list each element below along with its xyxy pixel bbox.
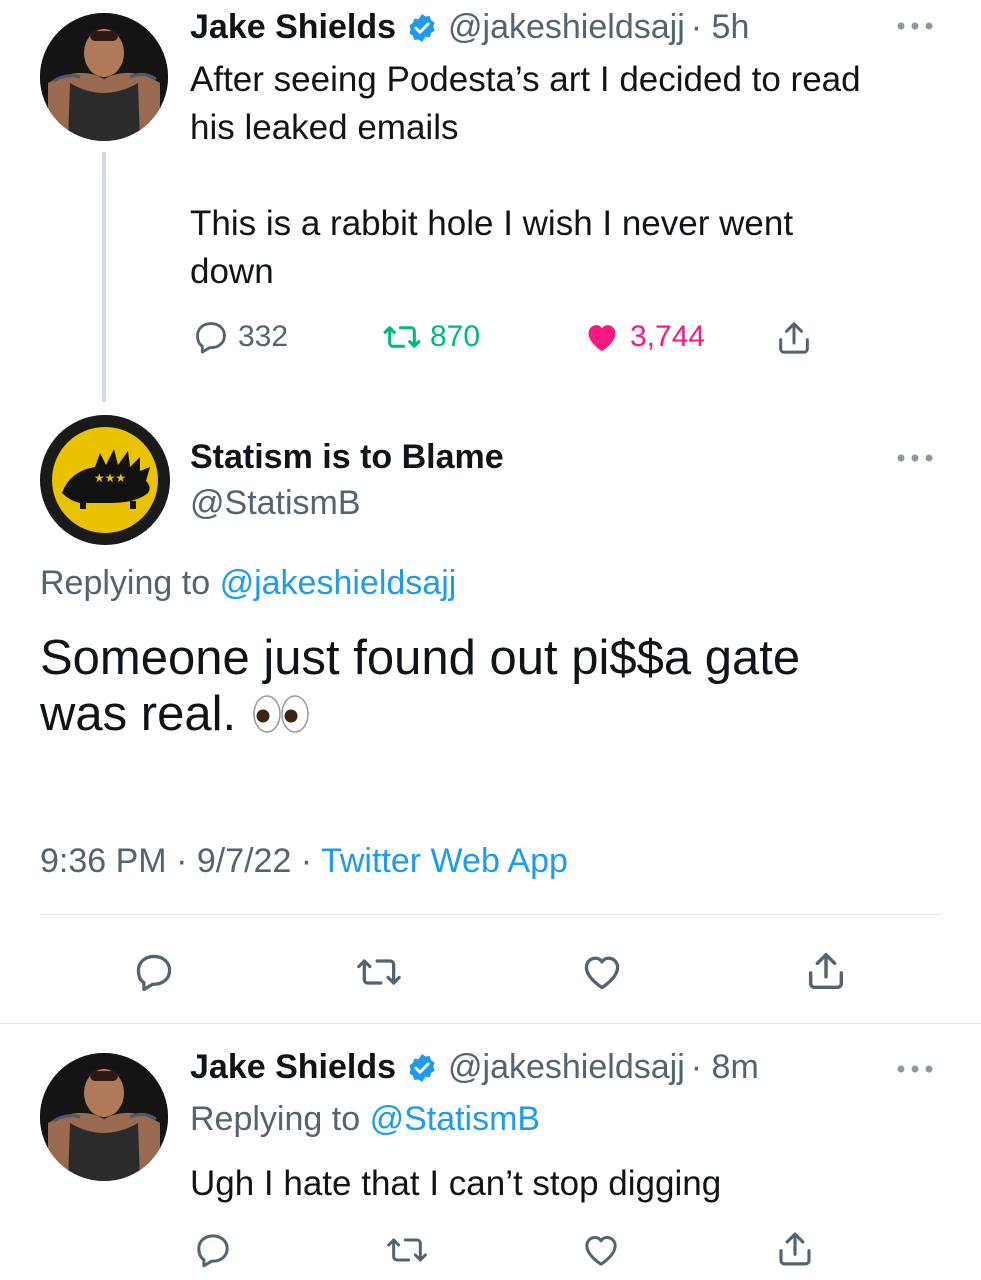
retweet-button[interactable]: [352, 950, 406, 994]
avatar-jake-shields[interactable]: [40, 13, 168, 141]
tweet2-text: Someone just found out pi$$a gate was re…: [40, 628, 940, 744]
thread-line: [102, 152, 106, 402]
retweet-button[interactable]: [384, 1230, 430, 1270]
tweet1-text-line: This is a rabbit hole I wish I never wen…: [190, 204, 794, 243]
replying-to-handle[interactable]: @StatismB: [370, 1100, 541, 1138]
verified-badge-icon: [406, 12, 438, 44]
reply-icon: [192, 1230, 234, 1270]
avatar-jake-shields[interactable]: [40, 1053, 168, 1181]
share-button[interactable]: [802, 948, 850, 994]
author-name[interactable]: Statism is to Blame: [190, 438, 504, 477]
more-icon[interactable]: [895, 1063, 935, 1075]
tweet2-text-line: was real.: [40, 687, 237, 741]
retweet-button[interactable]: 870: [382, 318, 480, 356]
tweet1-text-line: his leaked emails: [190, 108, 459, 147]
more-icon[interactable]: [895, 452, 935, 464]
tweet3-text: Ugh I hate that I can’t stop digging: [190, 1164, 722, 1203]
replying-to-handle[interactable]: @jakeshieldsajj: [220, 564, 457, 602]
like-button[interactable]: [580, 1230, 622, 1270]
tweet3-header: Jake Shields @jakeshieldsajj · 8m: [190, 1048, 759, 1087]
svg-text:★★★: ★★★: [94, 471, 126, 485]
like-button[interactable]: [578, 950, 626, 994]
author-handle[interactable]: @jakeshieldsajj: [448, 8, 685, 47]
like-icon: [582, 318, 622, 356]
author-handle[interactable]: @jakeshieldsajj: [448, 1048, 685, 1087]
replying-to-label: Replying to: [190, 1100, 361, 1138]
like-icon: [578, 950, 626, 994]
like-button[interactable]: 3,744: [582, 318, 705, 356]
share-icon: [774, 318, 814, 358]
divider: [0, 1023, 981, 1024]
share-icon: [802, 948, 850, 994]
tweet-time[interactable]: · 5h: [691, 8, 750, 47]
share-icon: [774, 1228, 816, 1270]
retweet-icon: [382, 318, 422, 356]
tweet1-text-line: down: [190, 252, 274, 291]
more-icon[interactable]: [895, 20, 935, 32]
reply-button[interactable]: [130, 950, 178, 994]
tweet2-text-line: Someone just found out pi$$a gate: [40, 631, 801, 685]
tweet1-text-line: After seeing Podesta’s art I decided to …: [190, 60, 861, 99]
reply-count: 332: [238, 320, 289, 353]
reply-icon: [130, 950, 178, 994]
replying-to: Replying to @StatismB: [190, 1100, 540, 1139]
retweet-count: 870: [430, 320, 481, 353]
avatar-statism-is-to-blame[interactable]: ★★★: [40, 415, 170, 545]
reply-button[interactable]: 332: [192, 318, 288, 356]
author-handle[interactable]: @StatismB: [190, 484, 361, 523]
reply-button[interactable]: [192, 1230, 234, 1270]
timestamp-text[interactable]: 9:36 PM · 9/7/22 ·: [40, 842, 312, 880]
like-count: 3,744: [630, 320, 706, 353]
tweet-timestamp: 9:36 PM · 9/7/22 · Twitter Web App: [40, 842, 568, 881]
reply-icon: [192, 318, 230, 356]
tweet1-header: Jake Shields @jakeshieldsajj · 5h: [190, 8, 749, 47]
tweet1-text: After seeing Podesta’s art I decided to …: [190, 56, 950, 296]
like-icon: [580, 1230, 622, 1270]
author-name[interactable]: Jake Shields: [190, 8, 396, 47]
replying-to-label: Replying to: [40, 564, 211, 602]
retweet-icon: [384, 1230, 430, 1270]
eyes-emoji: [252, 694, 310, 734]
retweet-icon: [352, 950, 406, 994]
replying-to: Replying to @jakeshieldsajj: [40, 564, 456, 603]
divider: [40, 914, 940, 915]
share-button[interactable]: [774, 1228, 816, 1270]
source-link[interactable]: Twitter Web App: [321, 842, 568, 880]
verified-badge-icon: [406, 1052, 438, 1084]
share-button[interactable]: [774, 318, 814, 358]
author-name[interactable]: Jake Shields: [190, 1048, 396, 1087]
tweet-time[interactable]: · 8m: [691, 1048, 759, 1087]
